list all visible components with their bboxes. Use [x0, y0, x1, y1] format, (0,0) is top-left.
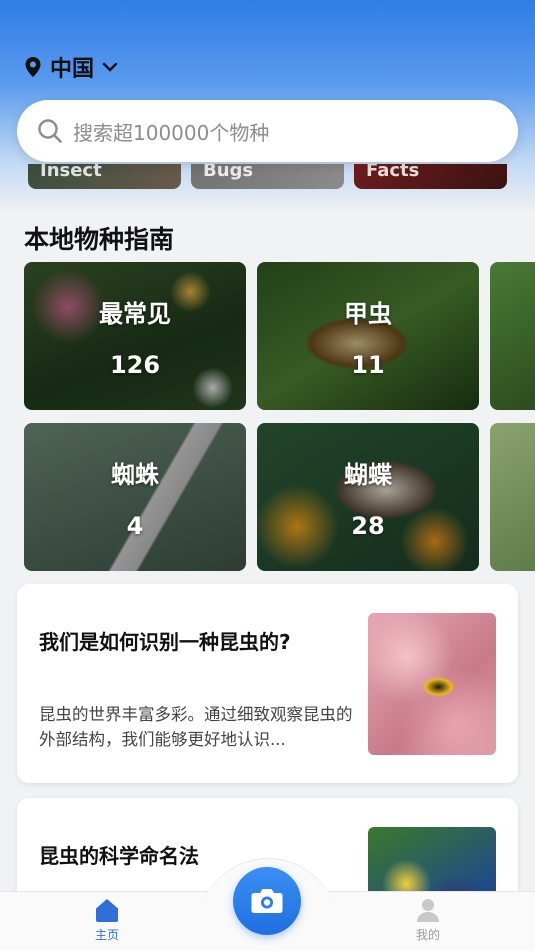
- search-icon: [38, 119, 62, 143]
- location-selector[interactable]: 中国: [24, 52, 118, 82]
- tab-me[interactable]: 我的: [398, 897, 458, 943]
- guide-card-partial[interactable]: [490, 423, 535, 571]
- article-title: 昆虫的科学命名法: [39, 844, 199, 868]
- location-label: 中国: [50, 57, 95, 82]
- guide-card-butterflies[interactable]: 蝴蝶 28: [257, 423, 479, 571]
- category-card[interactable]: Bugs: [191, 164, 344, 189]
- article-title: 我们是如何识别一种昆虫的?: [39, 630, 291, 654]
- category-card[interactable]: Insect: [28, 164, 181, 189]
- camera-button[interactable]: [233, 867, 301, 935]
- search-placeholder: 搜索超100000个物种: [73, 120, 270, 145]
- category-carousel: Insect Bugs Facts: [0, 164, 535, 190]
- article-excerpt: 昆虫的世界丰富多彩。通过细致观察昆虫的外部结构，我们能够更好地认识...: [39, 705, 353, 749]
- section-title: 本地物种指南: [24, 225, 175, 254]
- chevron-down-icon: [102, 62, 118, 72]
- guide-card-partial[interactable]: [490, 262, 535, 410]
- article-card[interactable]: 我们是如何识别一种昆虫的? 昆虫的世界丰富多彩。通过细致观察昆虫的外部结构，我们…: [17, 584, 518, 783]
- search-bar[interactable]: 搜索超100000个物种: [17, 100, 518, 162]
- tab-home-label: 主页: [94, 928, 119, 942]
- tab-home[interactable]: 主页: [77, 897, 137, 943]
- home-icon: [96, 899, 118, 922]
- category-card[interactable]: Facts: [354, 164, 507, 189]
- guide-card-beetles[interactable]: 甲虫 11: [257, 262, 479, 410]
- article-thumbnail: [368, 613, 496, 755]
- location-pin-icon: [25, 57, 41, 77]
- user-icon: [417, 899, 439, 922]
- camera-icon: [251, 889, 283, 913]
- guide-card-most-common[interactable]: 最常见 126: [24, 262, 246, 410]
- guide-card-spiders[interactable]: 蜘蛛 4: [24, 423, 246, 571]
- tab-me-label: 我的: [415, 928, 440, 942]
